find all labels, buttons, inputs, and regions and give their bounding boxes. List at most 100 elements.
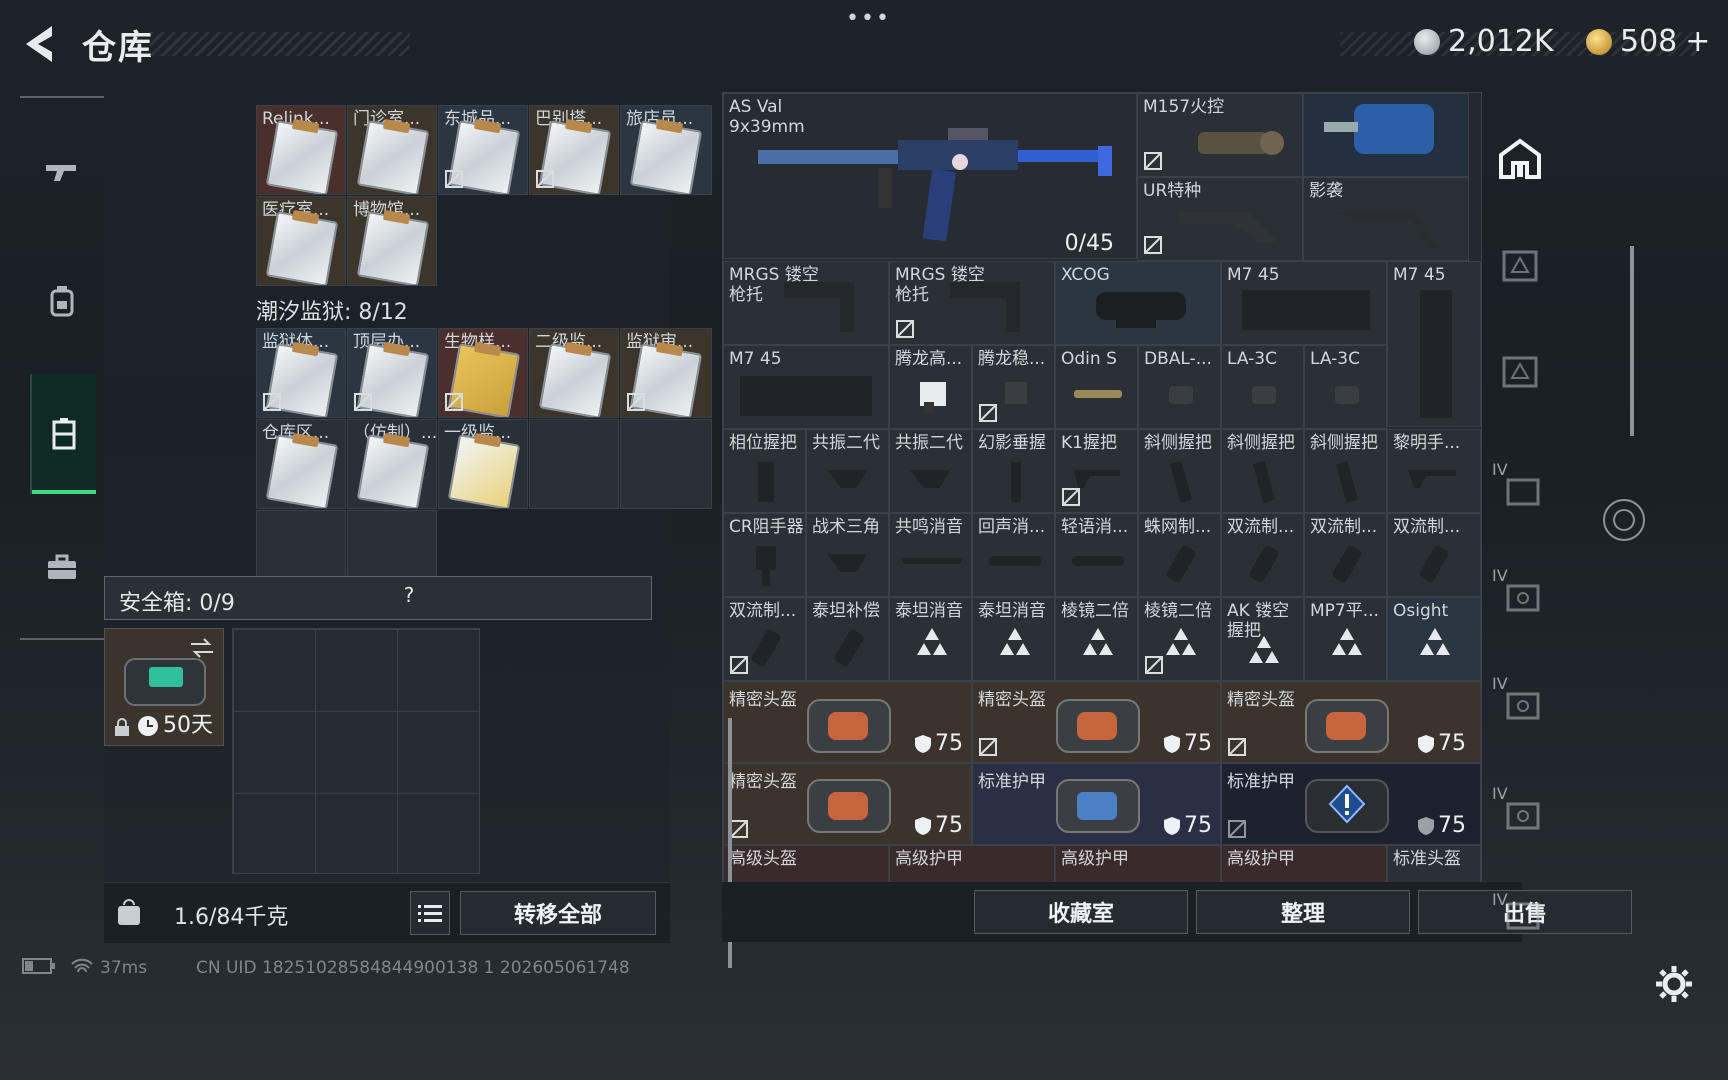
keycard-slot[interactable]: 东城品... (438, 105, 528, 195)
safe-box-item[interactable]: 50天 (104, 628, 224, 746)
nav-storage[interactable] (30, 374, 96, 494)
muzzle-slot[interactable]: 双流制... (1387, 513, 1481, 597)
scrollbar[interactable] (1630, 246, 1634, 436)
tab-category[interactable] (1492, 236, 1548, 296)
grip-slot[interactable]: 战术三角 (806, 513, 889, 597)
helmet-slot[interactable]: 精密头盔 75 (1221, 681, 1481, 763)
back-button[interactable] (18, 22, 62, 66)
keycard-slot[interactable]: 博物馆... (347, 196, 437, 286)
help-icon[interactable]: ? (395, 583, 423, 611)
nav-briefcase[interactable] (30, 512, 94, 622)
tab-category[interactable] (1492, 784, 1548, 844)
list-view-button[interactable] (410, 891, 450, 935)
helmet-slot[interactable]: 精密头盔 75 (723, 763, 972, 845)
keycard-slot[interactable]: 巴别塔... (529, 105, 619, 195)
grip-icon (920, 382, 946, 414)
keycard-slot[interactable]: 顶层办... (347, 328, 437, 418)
motor-slot[interactable] (1303, 93, 1469, 177)
gold-currency[interactable]: 508 + (1586, 24, 1710, 59)
grip-slot[interactable]: 共振二代 (889, 429, 972, 513)
keycard-slot[interactable]: 监狱体... (256, 328, 346, 418)
tab-category[interactable] (1492, 884, 1548, 944)
grip-slot[interactable]: 共振二代 (806, 429, 889, 513)
armor-slot[interactable]: 高级护甲 (889, 845, 1055, 883)
grip-slot[interactable]: K1握把 (1055, 429, 1138, 513)
sort-button[interactable]: 整理 (1196, 890, 1410, 934)
grip-slot[interactable]: 斜侧握把 (1304, 429, 1387, 513)
empty-slot[interactable] (620, 419, 712, 509)
tab-all[interactable] (1492, 130, 1548, 190)
magazine-slot[interactable]: M7 45 (1387, 261, 1481, 427)
muzzle-slot[interactable]: 泰坦消音 (889, 597, 972, 681)
grip-slot[interactable]: 相位握把 (723, 429, 806, 513)
armor-slot[interactable]: 高级护甲 (1055, 845, 1221, 883)
scope-slot[interactable]: Osight (1387, 597, 1481, 681)
transfer-all-button[interactable]: 转移全部 (460, 891, 656, 935)
keycard-slot[interactable]: 生物样... (438, 328, 528, 418)
keycard-slot[interactable]: 门诊室... (347, 105, 437, 195)
scope-slot[interactable]: 棱镜二倍 (1138, 597, 1221, 681)
muzzle-slot[interactable]: 双流制... (1304, 513, 1387, 597)
nav-weapons[interactable] (30, 116, 94, 226)
muzzle-slot[interactable]: 双流制... (723, 597, 806, 681)
helmet-slot[interactable]: 精密头盔 75 (972, 681, 1221, 763)
grip-slot[interactable]: 腾龙高... (889, 345, 972, 429)
nav-equipment[interactable] (30, 246, 94, 356)
stock-slot[interactable]: 影袭 (1303, 177, 1469, 261)
more-menu-icon[interactable]: ••• (846, 6, 891, 31)
tab-category[interactable] (1492, 460, 1548, 520)
collection-room-button[interactable]: 收藏室 (974, 890, 1188, 934)
scope-slot[interactable]: M157火控 (1137, 93, 1303, 177)
keycard-slot[interactable]: Relink... (256, 105, 346, 195)
grip-slot[interactable]: 腾龙稳... (972, 345, 1055, 429)
keycard-slot[interactable]: 仓库区... (256, 419, 346, 509)
armor-slot[interactable]: 标准护甲 75 (972, 763, 1221, 845)
muzzle-slot[interactable]: 双流制... (1221, 513, 1304, 597)
armor-slot[interactable]: 标准护甲 75 (1221, 763, 1481, 845)
laser-slot[interactable]: LA-3C (1221, 345, 1304, 429)
scope-slot[interactable]: MP7平... (1304, 597, 1387, 681)
muzzle-slot[interactable]: 轻语消... (1055, 513, 1138, 597)
keycard-slot[interactable]: 二级监... (529, 328, 619, 418)
keycard-slot[interactable]: 旅店员... (620, 105, 712, 195)
keycard-slot[interactable]: 一级监... (438, 419, 528, 509)
scope-slot[interactable]: XCOG (1055, 261, 1221, 345)
muzzle-slot[interactable]: 泰坦消音 (972, 597, 1055, 681)
keycard-slot[interactable]: 医疗室... (256, 196, 346, 286)
helmet-slot[interactable]: 标准头盔 (1387, 845, 1481, 883)
muzzle-slot[interactable]: 共鸣消音 (889, 513, 972, 597)
helmet-slot[interactable]: 精密头盔 75 (723, 681, 972, 763)
tab-category[interactable] (1492, 674, 1548, 734)
tab-category[interactable] (1492, 566, 1548, 626)
empty-slot[interactable] (529, 419, 619, 509)
grip-slot[interactable]: AK 镂空握把 (1221, 597, 1304, 681)
muzzle-slot[interactable]: 蛛网制... (1138, 513, 1221, 597)
armor-slot[interactable]: 高级护甲 (1221, 845, 1387, 883)
magazine-slot[interactable]: M7 45 (1221, 261, 1387, 345)
settings-button[interactable] (1652, 962, 1696, 1006)
grip-slot[interactable]: 幻影垂握 (972, 429, 1055, 513)
tab-category[interactable] (1492, 342, 1548, 402)
laser-slot[interactable]: DBAL-... (1138, 345, 1221, 429)
grip-slot[interactable]: 斜侧握把 (1221, 429, 1304, 513)
add-gold-button[interactable]: + (1685, 24, 1710, 59)
page-title: 仓库 (82, 28, 154, 68)
stock-slot[interactable]: MRGS 镂空枪托 (723, 261, 889, 345)
keycard-slot[interactable]: （仿制）... (347, 419, 437, 509)
keycard-slot[interactable]: 监狱审... (620, 328, 712, 418)
stock-slot[interactable]: MRGS 镂空枪托 (889, 261, 1055, 345)
muzzle-slot[interactable]: 泰坦补偿 (806, 597, 889, 681)
magazine-slot[interactable]: M7 45 (723, 345, 889, 429)
scope-slot[interactable]: 棱镜二倍 (1055, 597, 1138, 681)
swap-icon[interactable] (189, 637, 215, 659)
light-slot[interactable]: Odin S (1055, 345, 1138, 429)
muzzle-slot[interactable]: CR阻手器 (723, 513, 806, 597)
stock-slot[interactable]: UR特种 (1137, 177, 1303, 261)
grip-slot[interactable]: 黎明手... (1387, 429, 1481, 513)
grip-slot[interactable]: 斜侧握把 (1138, 429, 1221, 513)
muzzle-slot[interactable]: 回声消... (972, 513, 1055, 597)
helmet-slot[interactable]: 高级头盔 (723, 845, 889, 883)
safe-box-grid[interactable] (232, 628, 480, 874)
weapon-slot[interactable]: AS Val 9x39mm 0/45 (723, 93, 1137, 259)
laser-slot[interactable]: LA-3C (1304, 345, 1387, 429)
